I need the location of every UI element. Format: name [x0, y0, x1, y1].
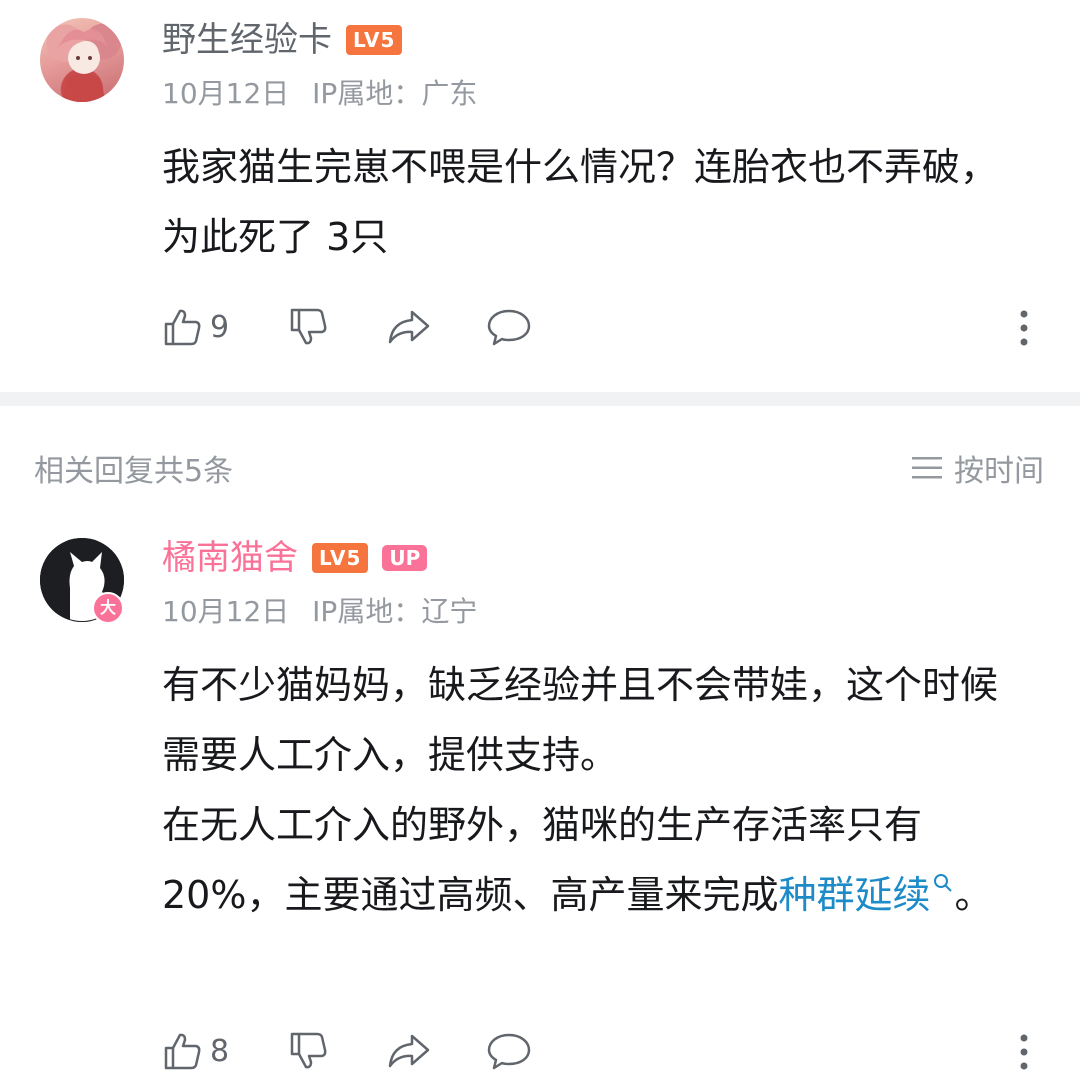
reply-level-badge: LV5 — [312, 543, 369, 573]
reply-content: 有不少猫妈妈，缺乏经验并且不会带娃，这个时候需要人工介入，提供支持。 在无人工介… — [162, 650, 1032, 930]
comment-content: 我家猫生完崽不喂是什么情况？连胎衣也不弄破，为此死了 3只 — [162, 145, 999, 259]
sort-toggle[interactable]: 按时间 — [912, 446, 1044, 490]
comment-date: 10月12日 — [162, 77, 290, 110]
reply-dislike-button[interactable] — [288, 1030, 330, 1072]
reply-date: 10月12日 — [162, 595, 290, 628]
thumbs-up-icon — [164, 1033, 201, 1070]
reply-paragraph: 在无人工介入的野外，猫咪的生产存活率只有20%，主要通过高频、高产量来完成种群延… — [162, 790, 1032, 930]
reply-button[interactable] — [486, 306, 532, 348]
more-options-button[interactable] — [1012, 308, 1036, 352]
share-button[interactable] — [386, 306, 432, 348]
thumbs-up-icon — [164, 309, 201, 346]
reply-username[interactable]: 橘南猫舍 — [162, 538, 298, 578]
search-link-text: 种群延续 — [778, 873, 931, 917]
sort-label: 按时间 — [954, 454, 1044, 489]
thumbs-down-icon — [290, 308, 327, 345]
reply-share-button[interactable] — [386, 1030, 432, 1072]
avatar[interactable] — [40, 18, 124, 102]
reply-like-count: 8 — [210, 1033, 230, 1069]
menu-lines-icon — [912, 457, 942, 479]
like-count: 9 — [210, 309, 230, 345]
search-icon — [934, 874, 953, 893]
like-button[interactable]: 9 — [162, 306, 229, 348]
reply-paragraph: 有不少猫妈妈，缺乏经验并且不会带娃，这个时候需要人工介入，提供支持。 — [162, 663, 999, 777]
replies-count-title: 相关回复共5条 — [34, 454, 234, 489]
thumbs-down-icon — [290, 1032, 327, 1069]
comment-bubble-icon — [487, 1033, 531, 1070]
share-icon — [388, 310, 430, 344]
avatar-image — [58, 29, 108, 102]
reply-like-button[interactable]: 8 — [162, 1030, 229, 1072]
reply-ip-location: IP属地：辽宁 — [312, 595, 478, 628]
dislike-button[interactable] — [288, 306, 330, 348]
ip-location: IP属地：广东 — [312, 77, 478, 110]
reply-reply-button[interactable] — [486, 1030, 532, 1072]
reply-more-options-button[interactable] — [1012, 1032, 1036, 1076]
up-badge: UP — [382, 545, 428, 571]
level-badge: LV5 — [346, 25, 403, 55]
comment-bubble-icon — [487, 309, 531, 346]
section-divider — [0, 392, 1080, 406]
share-icon — [388, 1034, 430, 1068]
username[interactable]: 野生经验卡 — [162, 20, 332, 60]
search-link[interactable]: 种群延续 — [778, 873, 954, 917]
reply-text-end: 。 — [954, 873, 993, 917]
more-vertical-icon — [1020, 310, 1028, 346]
more-vertical-icon — [1020, 1034, 1028, 1070]
verified-badge: 大 — [92, 592, 124, 624]
